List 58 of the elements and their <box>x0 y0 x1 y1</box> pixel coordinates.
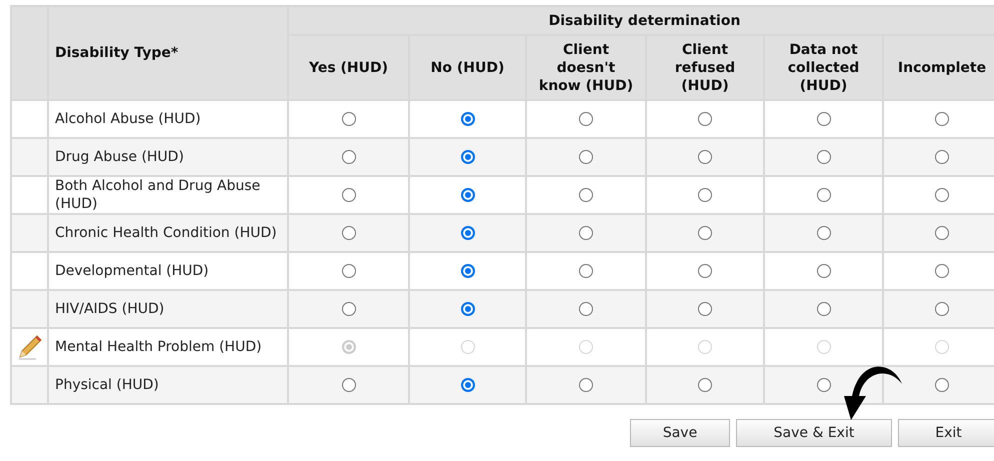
radio-button[interactable] <box>460 226 474 240</box>
radio-button[interactable] <box>816 112 830 126</box>
radio-button[interactable] <box>935 302 950 316</box>
column-header: Data not collected (HUD) <box>764 35 883 100</box>
radio-button[interactable] <box>935 226 950 240</box>
column-header: Client doesn't know (HUD) <box>526 35 646 100</box>
curved-arrow-icon <box>844 366 902 420</box>
column-header: Incomplete <box>883 35 994 100</box>
exit-button[interactable]: Exit <box>898 419 994 447</box>
radio-button[interactable] <box>698 150 712 164</box>
radio-button[interactable] <box>460 302 474 316</box>
radio-button[interactable] <box>579 264 593 278</box>
radio-button[interactable] <box>935 188 950 202</box>
radio-button[interactable] <box>342 264 356 278</box>
radio-button[interactable] <box>816 378 830 392</box>
table-cell: Chronic Health Condition (HUD) <box>48 214 288 252</box>
radio-button[interactable] <box>816 150 830 164</box>
radio-button[interactable] <box>342 226 356 240</box>
radio-button[interactable] <box>698 112 712 126</box>
radio-button[interactable] <box>579 226 593 240</box>
radio-button[interactable] <box>816 226 830 240</box>
radio-button[interactable] <box>935 264 950 278</box>
radio-button[interactable] <box>460 378 474 392</box>
column-header: Disability Type* <box>48 6 288 100</box>
radio-button[interactable] <box>342 188 356 202</box>
radio-button[interactable] <box>579 188 593 202</box>
radio-button[interactable] <box>460 188 474 202</box>
radio-button[interactable] <box>698 378 712 392</box>
radio-button[interactable] <box>460 112 474 126</box>
save-button[interactable]: Save <box>630 419 730 447</box>
radio-button[interactable] <box>460 150 474 164</box>
radio-button[interactable] <box>816 188 830 202</box>
radio-button[interactable] <box>698 226 712 240</box>
radio-button[interactable] <box>579 150 593 164</box>
table-cell: HIV/AIDS (HUD) <box>48 290 288 328</box>
radio-button[interactable] <box>342 378 356 392</box>
radio-button[interactable] <box>342 302 356 316</box>
radio-button[interactable] <box>698 302 712 316</box>
radio-button[interactable] <box>698 264 712 278</box>
table-cell: Drug Abuse (HUD) <box>48 138 288 176</box>
radio-button[interactable] <box>816 264 830 278</box>
save-exit-button[interactable]: Save & Exit <box>736 419 892 447</box>
column-header: Client refused (HUD) <box>646 35 764 100</box>
radio-button[interactable] <box>460 264 474 278</box>
radio-button[interactable] <box>816 302 830 316</box>
table-cell: Physical (HUD) <box>48 366 288 404</box>
radio-button[interactable] <box>935 112 950 126</box>
radio-button[interactable] <box>579 112 593 126</box>
radio-button[interactable] <box>579 378 593 392</box>
column-header: No (HUD) <box>409 35 526 100</box>
radio-button[interactable] <box>935 150 950 164</box>
radio-button[interactable] <box>342 112 356 126</box>
column-header: Yes (HUD) <box>288 35 409 100</box>
radio-button[interactable] <box>579 302 593 316</box>
radio-button[interactable] <box>342 150 356 164</box>
group-header: Disability determination <box>288 6 994 35</box>
radio-button[interactable] <box>935 378 950 392</box>
radio-button[interactable] <box>698 188 712 202</box>
